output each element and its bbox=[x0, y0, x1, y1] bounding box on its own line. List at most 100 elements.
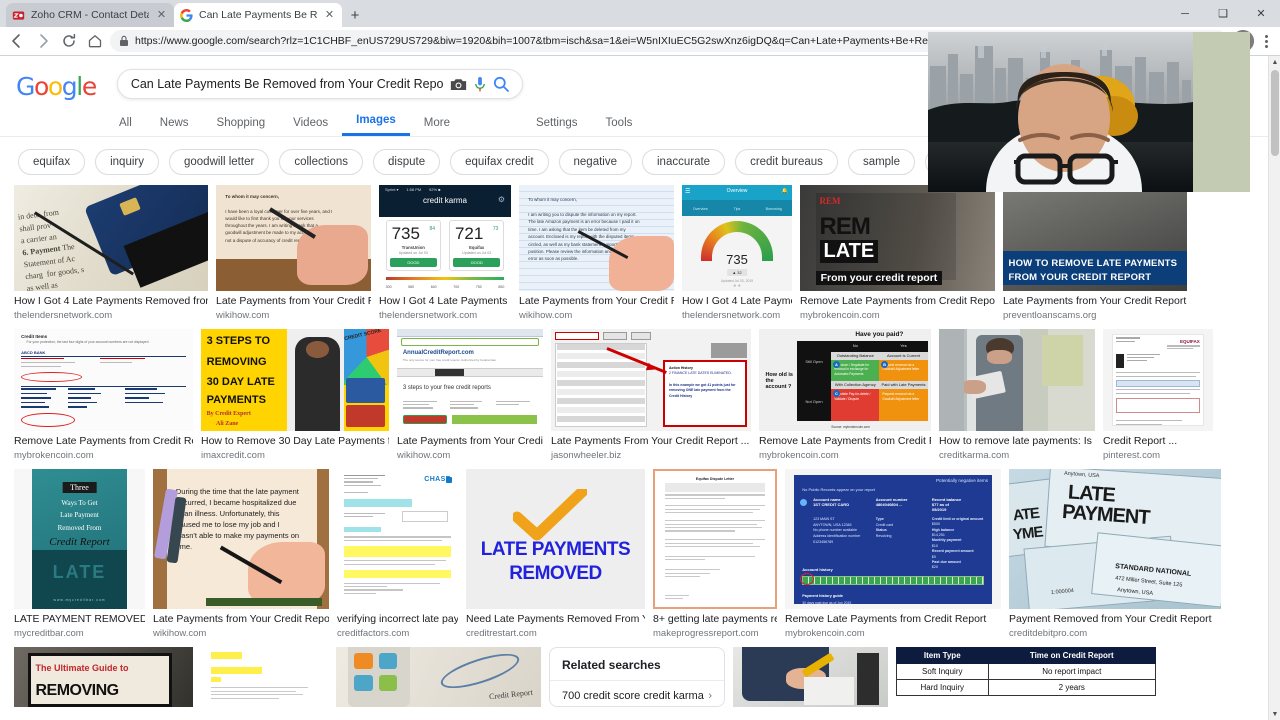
result-thumbnail[interactable]: REM REM LATE From your credit report bbox=[800, 185, 995, 291]
result-thumbnail[interactable]: CHASE bbox=[337, 469, 458, 610]
result-tile[interactable]: CHASE verifying incorrect late pay credi… bbox=[337, 469, 458, 639]
scroll-down-icon[interactable]: ▼ bbox=[1269, 708, 1280, 720]
result-tile[interactable]: Overview ☰ 🔔 Overview Tips Borrowing 735… bbox=[682, 185, 792, 321]
result-thumbnail[interactable]: Item Type Time on Credit Report Soft Inq… bbox=[896, 647, 1156, 708]
browser-tab-google[interactable]: Can Late Payments Be Removed ✕ bbox=[174, 3, 342, 27]
tab-images[interactable]: Images bbox=[342, 114, 410, 136]
result-thumbnail[interactable]: The Ultimate Guide to REMOVING bbox=[14, 647, 193, 708]
result-thumbnail[interactable] bbox=[201, 647, 328, 708]
result-tile[interactable]: LATE PAYMENT ATE YME STANDARD NATIONAL 4… bbox=[1009, 469, 1221, 639]
result-tile[interactable]: Have you paid? No Yes How old is the acc… bbox=[759, 329, 931, 461]
result-tile[interactable]: During the time that the late payment oc… bbox=[153, 469, 329, 639]
google-logo[interactable]: Google bbox=[16, 72, 97, 101]
result-thumbnail[interactable]: in dete from shall prov a carrier an 6. Pay… bbox=[14, 185, 208, 291]
new-tab-button[interactable]: + bbox=[342, 3, 368, 27]
forward-icon[interactable] bbox=[32, 30, 54, 52]
chip-credit-bureaus[interactable]: credit bureaus bbox=[735, 149, 838, 175]
result-caption: Payment Removed from Your Credit Report bbox=[1009, 613, 1212, 626]
result-tile[interactable]: REM REM LATE From your credit report Rem… bbox=[800, 185, 995, 321]
webcam-video bbox=[928, 32, 1250, 192]
home-icon[interactable] bbox=[84, 30, 106, 52]
result-thumbnail[interactable]: LATE PAYMENTS REMOVED bbox=[466, 469, 645, 610]
chip-collections[interactable]: collections bbox=[279, 149, 364, 175]
chip-inquiry[interactable]: inquiry bbox=[95, 149, 159, 175]
tab-more[interactable]: More bbox=[410, 117, 464, 136]
minimize-button[interactable]: ─ bbox=[1166, 0, 1204, 27]
reload-icon[interactable] bbox=[58, 30, 80, 52]
result-tile[interactable]: Sprint ▾ 1:58 PM 92% ■ credit karma ⚙ 73… bbox=[379, 185, 511, 321]
chip-dispute[interactable]: dispute bbox=[373, 149, 441, 175]
tab-all[interactable]: All bbox=[105, 117, 146, 136]
chip-inaccurate[interactable]: inaccurate bbox=[642, 149, 726, 175]
result-tile[interactable] bbox=[733, 647, 888, 708]
result-tile[interactable]: The Ultimate Guide to REMOVING bbox=[14, 647, 193, 708]
camera-icon[interactable] bbox=[450, 77, 467, 92]
result-tile[interactable]: Three Ways To Get Late Payment Removed F… bbox=[14, 469, 145, 639]
result-thumbnail[interactable]: Potentially negative items No Public Rec… bbox=[785, 469, 1001, 610]
close-window-button[interactable]: ✕ bbox=[1242, 0, 1280, 27]
transunion-status: GOOD bbox=[389, 257, 438, 267]
related-search-item[interactable]: 700 credit score credit karma › bbox=[550, 680, 724, 706]
result-thumbnail[interactable]: Credit Report bbox=[336, 647, 541, 708]
result-thumbnail[interactable]: Sprint ▾ 1:58 PM 92% ■ credit karma ⚙ 73… bbox=[379, 185, 511, 291]
chip-equifax[interactable]: equifax bbox=[18, 149, 86, 175]
result-thumbnail[interactable]: LATE PAYMENT ATE YME STANDARD NATIONAL 4… bbox=[1009, 469, 1221, 610]
result-thumbnail[interactable]: AnnualCreditReport.com The only source f… bbox=[397, 329, 543, 432]
result-thumbnail[interactable]: During the time that the late payment oc… bbox=[153, 469, 329, 610]
search-input[interactable]: Can Late Payments Be Removed from Your C… bbox=[131, 77, 444, 91]
result-thumbnail[interactable]: Three Ways To Get Late Payment Removed F… bbox=[14, 469, 145, 610]
result-thumbnail[interactable]: EQUIFAX bbox=[1103, 329, 1213, 432]
result-tile[interactable]: AnnualCreditReport.com The only source f… bbox=[397, 329, 543, 461]
microphone-icon[interactable] bbox=[473, 76, 487, 93]
result-tile[interactable]: in dete from shall prov a carrier an 6. Pay… bbox=[14, 185, 208, 321]
result-tile[interactable] bbox=[201, 647, 328, 708]
search-box[interactable]: Can Late Payments Be Removed from Your C… bbox=[116, 69, 523, 99]
steps-line-1: 3 STEPS TO bbox=[206, 335, 270, 348]
result-tile[interactable]: HOW TO REMOVE LATE PAYMENTS FROM YOUR CR… bbox=[1003, 185, 1187, 321]
result-tile[interactable]: Related searches 700 credit score credit… bbox=[549, 647, 725, 708]
scroll-up-icon[interactable]: ▲ bbox=[1269, 56, 1280, 68]
settings-button[interactable]: Settings bbox=[522, 117, 592, 136]
tab-news[interactable]: News bbox=[146, 117, 203, 136]
tab-videos[interactable]: Videos bbox=[279, 117, 342, 136]
result-tile[interactable]: EQUIFAX Credit Report ... pinterest.com bbox=[1103, 329, 1213, 461]
result-thumbnail[interactable] bbox=[733, 647, 888, 708]
result-tile[interactable]: How to remove late payments: Is it ... c… bbox=[939, 329, 1095, 461]
result-tile[interactable]: Item Type Time on Credit Report Soft Inq… bbox=[896, 647, 1156, 708]
maximize-button[interactable]: ❑ bbox=[1204, 0, 1242, 27]
scrollbar-thumb[interactable] bbox=[1271, 70, 1279, 156]
chip-negative[interactable]: negative bbox=[558, 149, 632, 175]
chip-sample[interactable]: sample bbox=[847, 149, 916, 175]
result-thumbnail[interactable]: Have you paid? No Yes How old is the acc… bbox=[759, 329, 931, 432]
result-thumbnail[interactable]: Action History 2 FINANCE LATE DATES ELIMI… bbox=[551, 329, 751, 432]
result-thumbnail[interactable]: CREDIT SCORE 3 STEPS TO REMOVING 30 DAY … bbox=[201, 329, 389, 432]
steps-line-3: 30 DAY LATE bbox=[206, 376, 275, 389]
result-thumbnail[interactable]: Overview ☰ 🔔 Overview Tips Borrowing 735… bbox=[682, 185, 792, 291]
result-thumbnail[interactable]: Credit Items For your protection, the la… bbox=[14, 329, 193, 432]
result-tile[interactable]: LATE PAYMENTS REMOVED Need Late Payments… bbox=[466, 469, 645, 639]
result-tile[interactable]: CREDIT SCORE 3 STEPS TO REMOVING 30 DAY … bbox=[201, 329, 389, 461]
result-tile[interactable]: Action History 2 FINANCE LATE DATES ELIMI… bbox=[551, 329, 751, 461]
result-tile[interactable]: To whom it may concern, I am writing you… bbox=[519, 185, 674, 321]
search-icon[interactable] bbox=[493, 76, 509, 92]
result-tile[interactable]: Credit Items For your protection, the la… bbox=[14, 329, 193, 461]
result-tile[interactable]: To whom it may concern, I have been a lo… bbox=[216, 185, 371, 321]
result-thumbnail[interactable]: To whom it may concern, I am writing you… bbox=[519, 185, 674, 291]
page-scrollbar[interactable]: ▲ ▼ bbox=[1268, 56, 1280, 720]
result-thumbnail[interactable]: To whom it may concern, I have been a lo… bbox=[216, 185, 371, 291]
result-tile[interactable]: Equifax Dispute Letter 8+ getting late p… bbox=[653, 469, 777, 639]
result-thumbnail[interactable] bbox=[939, 329, 1095, 432]
result-tile[interactable]: Credit Report bbox=[336, 647, 541, 708]
chip-goodwill-letter[interactable]: goodwill letter bbox=[168, 149, 270, 175]
kebab-menu-icon[interactable] bbox=[1258, 34, 1274, 48]
close-icon[interactable]: ✕ bbox=[155, 9, 168, 21]
tools-button[interactable]: Tools bbox=[592, 117, 647, 136]
chip-equifax-credit[interactable]: equifax credit bbox=[450, 149, 549, 175]
result-thumbnail[interactable]: Equifax Dispute Letter bbox=[653, 469, 777, 610]
tab-shopping[interactable]: Shopping bbox=[203, 117, 280, 136]
result-thumbnail[interactable]: HOW TO REMOVE LATE PAYMENTS FROM YOUR CR… bbox=[1003, 185, 1187, 291]
back-icon[interactable] bbox=[6, 30, 28, 52]
result-tile[interactable]: Potentially negative items No Public Rec… bbox=[785, 469, 1001, 639]
browser-tab-zoho[interactable]: Zoho CRM - Contact Details ✕ bbox=[6, 3, 174, 27]
close-icon[interactable]: ✕ bbox=[323, 9, 336, 21]
